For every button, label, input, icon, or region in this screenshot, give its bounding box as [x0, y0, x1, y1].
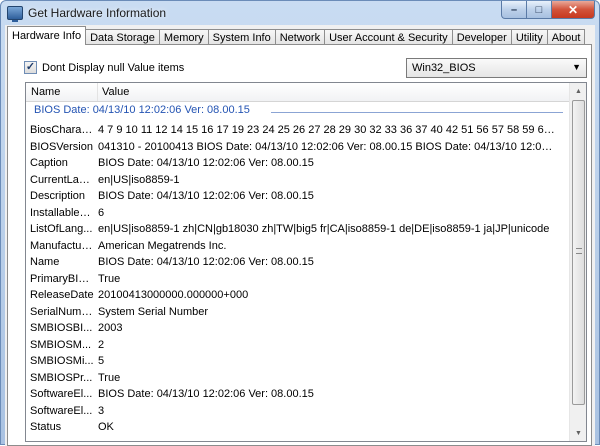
scroll-up-button[interactable]: ▲ — [571, 83, 586, 99]
property-name: InstallableL... — [30, 206, 94, 219]
property-name: BiosCharac... — [30, 124, 94, 136]
tab-about[interactable]: About — [546, 29, 586, 45]
chevron-down-icon: ▼ — [572, 62, 581, 72]
property-value: BIOS Date: 04/13/10 12:02:06 Ver: 08.00.… — [98, 256, 314, 268]
hardware-info-panel: ✓ Dont Display null Value items Win32_BI… — [7, 44, 592, 446]
window-title: Get Hardware Information — [28, 6, 167, 20]
monitor-icon — [7, 6, 23, 22]
property-value: American Megatrends Inc. — [98, 239, 227, 252]
property-name: Status — [30, 421, 62, 433]
scroll-down-button[interactable]: ▼ — [571, 425, 586, 441]
list-item[interactable]: ListOfLang... en|US|iso8859-1 zh|CN|gb180… — [26, 221, 571, 238]
property-value: en|US|iso8859-1 zh|CN|gb18030 zh|TW|big5… — [98, 223, 550, 235]
tab-developer[interactable]: Developer — [451, 29, 512, 45]
list-item[interactable]: SoftwareEl... BIOS Date: 04/13/10 12:02:0… — [26, 386, 571, 403]
list-item[interactable]: SMBIOSM... 2 — [26, 337, 571, 354]
property-value: System Serial Number — [98, 305, 209, 318]
column-header-value[interactable]: Value — [102, 86, 129, 98]
property-name: Name — [30, 256, 60, 268]
null-filter-label: Dont Display null Value items — [42, 61, 185, 74]
list-item[interactable]: SerialNumber System Serial Number — [26, 304, 571, 321]
column-separator[interactable] — [97, 83, 98, 101]
group-divider — [271, 112, 563, 113]
wmi-class-select[interactable]: Win32_BIOS ▼ — [406, 58, 587, 78]
property-value: 041310 - 20100413 BIOS Date: 04/13/10 12… — [98, 140, 556, 153]
list-item[interactable]: ReleaseDate 20100413000000.000000+000 — [26, 287, 571, 304]
list-item[interactable]: SMBIOSPr... True — [26, 370, 571, 387]
list-item[interactable]: Status OK — [26, 419, 571, 436]
tab-utility[interactable]: Utility — [510, 29, 548, 45]
property-value: BIOS Date: 04/13/10 12:02:06 Ver: 08.00.… — [98, 190, 314, 202]
null-filter-checkbox[interactable]: ✓ — [24, 61, 37, 74]
list-item[interactable]: Caption BIOS Date: 04/13/10 12:02:06 Ver:… — [26, 155, 571, 172]
close-button[interactable]: ✕ — [552, 1, 595, 19]
list-item[interactable]: PrimaryBIOS True — [26, 271, 571, 288]
tab-memory[interactable]: Memory — [158, 29, 209, 45]
list-item[interactable]: CurrentLan... en|US|iso8859-1 — [26, 172, 571, 189]
tab-system-info[interactable]: System Info — [207, 29, 276, 45]
property-name: Caption — [30, 157, 68, 169]
property-name: SMBIOSBI... — [30, 322, 93, 334]
group-header-label: BIOS Date: 04/13/10 12:02:06 Ver: 08.00.… — [34, 104, 250, 116]
tab-network[interactable]: Network — [274, 29, 326, 45]
list-item[interactable]: SMBIOSBI... 2003 — [26, 320, 571, 337]
list-item[interactable]: SMBIOSMi... 5 — [26, 353, 571, 370]
property-name: Description — [30, 190, 86, 202]
property-name: CurrentLan... — [30, 173, 94, 186]
property-value: 2 — [98, 338, 105, 351]
app-window: Get Hardware Information – □ ✕ Hardware … — [0, 0, 600, 446]
property-name: BIOSVersion — [30, 140, 93, 153]
property-name: ListOfLang... — [30, 223, 93, 235]
property-name: SoftwareEl... — [30, 404, 93, 417]
minimize-button[interactable]: – — [501, 1, 527, 19]
list-rows: BiosCharac... 4 7 9 10 11 12 14 15 16 17 … — [26, 122, 571, 436]
property-value: BIOS Date: 04/13/10 12:02:06 Ver: 08.00.… — [98, 157, 314, 169]
wmi-class-value: Win32_BIOS — [412, 62, 476, 74]
property-name: ReleaseDate — [30, 289, 94, 301]
property-name: SMBIOSMi... — [30, 355, 94, 367]
tab-user-account-security[interactable]: User Account & Security — [324, 29, 453, 45]
property-value: en|US|iso8859-1 — [98, 173, 180, 186]
vertical-scrollbar[interactable]: ▲ ▼ — [569, 83, 586, 441]
grip-icon — [576, 248, 582, 254]
property-value: 4 7 9 10 11 12 14 15 16 17 19 23 24 25 2… — [98, 124, 556, 136]
property-value: 20100413000000.000000+000 — [98, 289, 249, 301]
property-name: Manufacturer — [30, 239, 94, 252]
list-item[interactable]: SoftwareEl... 3 — [26, 403, 571, 420]
tab-data-storage[interactable]: Data Storage — [85, 29, 160, 45]
property-value: 6 — [98, 206, 105, 219]
group-header[interactable]: BIOS Date: 04/13/10 12:02:06 Ver: 08.00.… — [34, 104, 564, 120]
list-header: Name Value — [26, 83, 571, 102]
property-name: SerialNumber — [30, 305, 94, 318]
list-item[interactable]: Manufacturer American Megatrends Inc. — [26, 238, 571, 255]
list-item[interactable]: BIOSVersion 041310 - 20100413 BIOS Date: … — [26, 139, 571, 156]
tab-strip: Hardware Info Data Storage Memory System… — [7, 26, 586, 45]
property-value: True — [98, 272, 121, 285]
title-bar[interactable]: Get Hardware Information – □ ✕ — [1, 1, 599, 25]
list-item[interactable]: BiosCharac... 4 7 9 10 11 12 14 15 16 17 … — [26, 122, 571, 139]
property-name: PrimaryBIOS — [30, 272, 94, 285]
client-area: Hardware Info Data Storage Memory System… — [5, 25, 595, 446]
property-name: SMBIOSM... — [30, 338, 92, 351]
property-name: SMBIOSPr... — [30, 371, 93, 384]
property-name: SoftwareEl... — [30, 388, 93, 400]
property-value: 2003 — [98, 322, 123, 334]
column-header-name[interactable]: Name — [31, 86, 60, 98]
scroll-thumb[interactable] — [572, 100, 585, 405]
null-filter-option[interactable]: ✓ Dont Display null Value items — [24, 61, 184, 74]
property-value: BIOS Date: 04/13/10 12:02:06 Ver: 08.00.… — [98, 388, 314, 400]
property-value: True — [98, 371, 121, 384]
window-controls: – □ ✕ — [501, 1, 595, 19]
list-item[interactable]: Description BIOS Date: 04/13/10 12:02:06 … — [26, 188, 571, 205]
list-item[interactable]: Name BIOS Date: 04/13/10 12:02:06 Ver: 08… — [26, 254, 571, 271]
list-item[interactable]: InstallableL... 6 — [26, 205, 571, 222]
tab-hardware-info[interactable]: Hardware Info — [7, 26, 87, 45]
maximize-button[interactable]: □ — [527, 1, 552, 19]
property-value: OK — [98, 421, 114, 433]
properties-list[interactable]: Name Value BIOS Date: 04/13/10 12:02:06 … — [25, 82, 587, 442]
property-value: 5 — [98, 355, 105, 367]
property-value: 3 — [98, 404, 105, 417]
